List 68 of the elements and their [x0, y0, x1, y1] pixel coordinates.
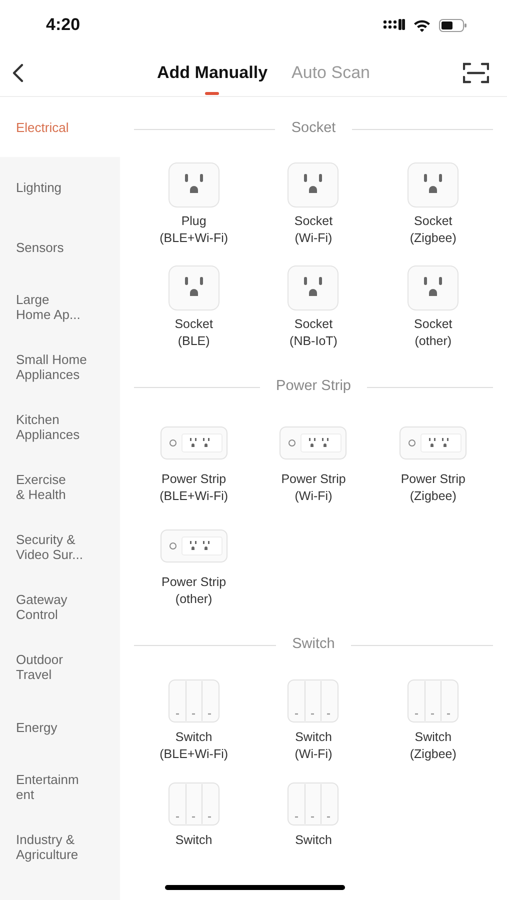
- section-title: Socket: [291, 119, 336, 138]
- device-label: Socket (BLE): [174, 316, 213, 350]
- battery-icon: [439, 18, 467, 32]
- socket-icon: [168, 162, 220, 208]
- sidebar-item[interactable]: Outdoor Travel: [0, 637, 120, 697]
- sidebar-item[interactable]: Gateway Control: [0, 577, 120, 637]
- device-tile[interactable]: Socket (Zigbee): [373, 149, 493, 252]
- device-tile[interactable]: Switch: [254, 768, 374, 871]
- sidebar-item[interactable]: Sensors: [0, 217, 120, 277]
- device-tile[interactable]: Switch: [134, 768, 254, 871]
- device-tile[interactable]: Socket (Wi-Fi): [254, 149, 374, 252]
- wall-switch-icon: [287, 679, 340, 723]
- device-label: Power Strip (other): [162, 574, 226, 608]
- sidebar-item[interactable]: Security & Video Sur...: [0, 517, 120, 577]
- tab[interactable]: Add Manually: [157, 60, 268, 86]
- power-strip-icon: [160, 529, 228, 563]
- device-label: Plug (BLE+Wi-Fi): [160, 213, 228, 247]
- sidebar-item[interactable]: Industry & Agriculture: [0, 817, 120, 877]
- device-tile[interactable]: Plug (BLE+Wi-Fi): [134, 149, 254, 252]
- device-label: Switch: [295, 832, 332, 849]
- sidebar-item[interactable]: Large Home Ap...: [0, 277, 120, 337]
- device-label: Switch (Zigbee): [410, 729, 456, 763]
- section-title: Switch: [292, 635, 335, 654]
- sidebar-item[interactable]: Exercise & Health: [0, 457, 120, 517]
- device-label: Socket (NB-IoT): [290, 316, 338, 350]
- wall-switch-icon: [287, 782, 340, 826]
- device-tile[interactable]: Power Strip (other): [134, 510, 254, 613]
- sidebar-item[interactable]: Energy: [0, 697, 120, 757]
- wall-switch-icon: [168, 782, 220, 826]
- device-tile[interactable]: Socket (BLE): [134, 252, 254, 355]
- sidebar-item[interactable]: Small Home Appliances: [0, 337, 120, 397]
- signal-icon: [383, 19, 405, 31]
- sidebar-item[interactable]: Kitchen Appliances: [0, 397, 120, 457]
- device-tile[interactable]: Socket (other): [373, 252, 493, 355]
- sidebar-item[interactable]: Lighting: [0, 157, 120, 217]
- socket-icon: [287, 265, 340, 311]
- device-label: Socket (Wi-Fi): [294, 213, 333, 247]
- wall-switch-icon: [407, 679, 460, 723]
- socket-icon: [407, 162, 460, 208]
- socket-icon: [407, 265, 460, 311]
- device-label: Switch: [175, 832, 212, 849]
- scan-button[interactable]: [463, 62, 489, 84]
- tab-underline: [205, 92, 220, 95]
- device-tile[interactable]: Switch (Zigbee): [373, 665, 493, 768]
- device-label: Power Strip (BLE+Wi-Fi): [160, 471, 228, 505]
- device-tile[interactable]: Power Strip (BLE+Wi-Fi): [134, 407, 254, 510]
- device-tile[interactable]: Power Strip (Zigbee): [373, 407, 493, 510]
- socket-icon: [287, 162, 340, 208]
- wifi-icon: [413, 18, 431, 32]
- socket-icon: [168, 265, 220, 311]
- power-strip-icon: [399, 426, 468, 460]
- device-tile[interactable]: Socket (NB-IoT): [254, 252, 374, 355]
- device-tile[interactable]: Switch (Wi-Fi): [254, 665, 374, 768]
- sidebar-item[interactable]: Entertainm ent: [0, 757, 120, 817]
- wall-switch-icon: [168, 679, 220, 723]
- power-strip-icon: [279, 426, 348, 460]
- device-tile[interactable]: Power Strip (Wi-Fi): [254, 407, 374, 510]
- device-label: Socket (Zigbee): [410, 213, 456, 247]
- device-label: Socket (other): [414, 316, 452, 350]
- status-time: 4:20: [46, 14, 80, 36]
- device-label: Power Strip (Zigbee): [400, 471, 466, 505]
- back-button[interactable]: [12, 63, 24, 83]
- device-label: Power Strip (Wi-Fi): [281, 471, 346, 505]
- device-label: Switch (Wi-Fi): [294, 729, 332, 763]
- section-title: Power Strip: [276, 377, 351, 396]
- device-tile[interactable]: Switch (BLE+Wi-Fi): [134, 665, 254, 768]
- device-label: Switch (BLE+Wi-Fi): [160, 729, 228, 763]
- power-strip-icon: [160, 426, 228, 460]
